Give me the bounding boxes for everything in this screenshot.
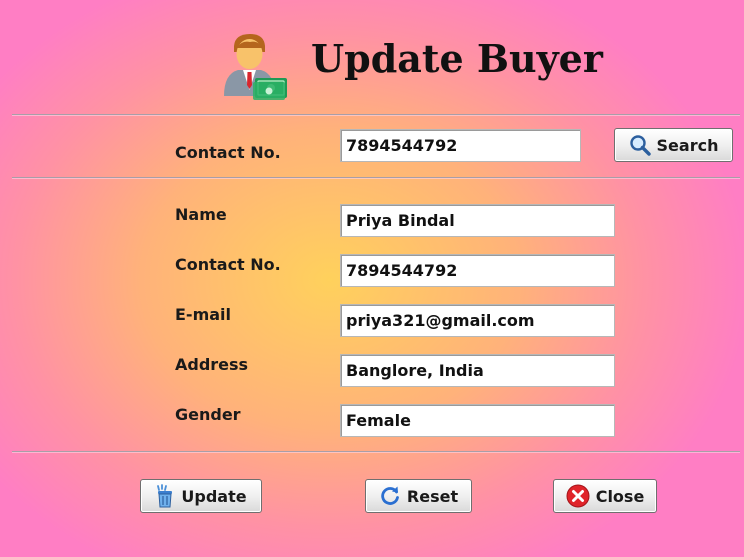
reset-button-label: Reset — [406, 486, 459, 506]
magnifier-icon — [629, 135, 651, 156]
search-divider — [12, 177, 740, 179]
refresh-icon — [381, 486, 399, 505]
address-field[interactable]: Banglore, India — [340, 354, 615, 387]
gender-field[interactable]: Female — [340, 404, 615, 437]
header-divider — [12, 114, 740, 116]
update-trash-icon — [157, 484, 173, 508]
close-circle-icon — [566, 484, 590, 508]
email-label: E-mail — [175, 305, 232, 324]
update-button-label: Update — [181, 486, 247, 506]
page-title: Update Buyer — [311, 36, 603, 81]
form-divider — [12, 451, 740, 453]
reset-button[interactable]: Reset — [365, 479, 472, 513]
search-button[interactable]: Search — [614, 128, 733, 162]
name-field[interactable]: Priya Bindal — [340, 204, 615, 237]
email-field[interactable]: priya321@gmail.com — [340, 304, 615, 337]
contact-field[interactable]: 7894544792 — [340, 254, 615, 287]
search-button-label: Search — [656, 135, 719, 155]
close-button[interactable]: Close — [553, 479, 657, 513]
update-button[interactable]: Update — [140, 479, 262, 513]
search-contact-input[interactable]: 7894544792 — [340, 129, 581, 162]
close-button-label: Close — [595, 486, 645, 506]
gender-label: Gender — [175, 405, 241, 424]
address-label: Address — [175, 355, 249, 374]
contact-label: Contact No. — [175, 255, 281, 274]
search-contact-label: Contact No. — [175, 143, 281, 162]
name-label: Name — [175, 205, 227, 224]
buyer-money-icon — [222, 30, 290, 100]
